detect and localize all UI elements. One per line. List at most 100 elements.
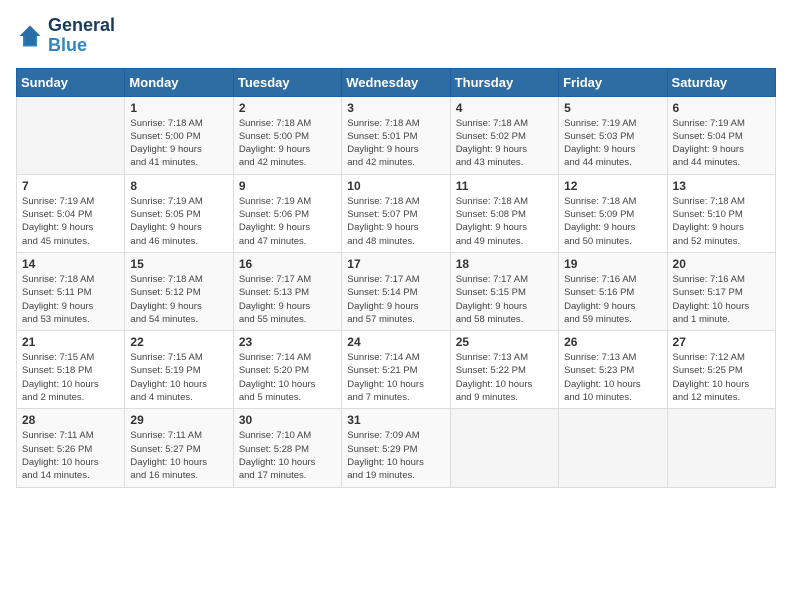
calendar-cell: 12 Sunrise: 7:18 AM Sunset: 5:09 PM Dayli…	[559, 174, 667, 252]
day-number: 7	[22, 179, 119, 193]
logo: General Blue	[16, 16, 115, 56]
calendar-cell	[17, 96, 125, 174]
calendar-cell: 8Sunrise: 7:19 AM Sunset: 5:05 PM Daylig…	[125, 174, 233, 252]
calendar-cell: 19 Sunrise: 7:16 AM Sunset: 5:16 PM Dayli…	[559, 252, 667, 330]
calendar-cell: 27 Sunrise: 7:12 AM Sunset: 5:25 PM Dayli…	[667, 331, 775, 409]
calendar-cell	[450, 409, 558, 487]
day-info: Sunrise: 7:19 AM Sunset: 5:04 PM Dayligh…	[673, 117, 770, 170]
day-info: Sunrise: 7:18 AM Sunset: 5:01 PM Dayligh…	[347, 117, 444, 170]
day-number: 22	[130, 335, 227, 349]
day-number: 14	[22, 257, 119, 271]
calendar-cell: 6 Sunrise: 7:19 AM Sunset: 5:04 PM Daylig…	[667, 96, 775, 174]
column-header-wednesday: Wednesday	[342, 68, 450, 96]
page-header: General Blue	[16, 16, 776, 56]
day-number: 5	[564, 101, 661, 115]
calendar-cell: 14Sunrise: 7:18 AM Sunset: 5:11 PM Dayli…	[17, 252, 125, 330]
day-info: Sunrise: 7:18 AM Sunset: 5:02 PM Dayligh…	[456, 117, 553, 170]
day-number: 24	[347, 335, 444, 349]
day-info: Sunrise: 7:11 AM Sunset: 5:26 PM Dayligh…	[22, 429, 119, 482]
day-number: 1	[130, 101, 227, 115]
calendar-cell: 9 Sunrise: 7:19 AM Sunset: 5:06 PM Daylig…	[233, 174, 341, 252]
day-info: Sunrise: 7:18 AM Sunset: 5:07 PM Dayligh…	[347, 195, 444, 248]
day-info: Sunrise: 7:13 AM Sunset: 5:23 PM Dayligh…	[564, 351, 661, 404]
calendar-cell: 25 Sunrise: 7:13 AM Sunset: 5:22 PM Dayli…	[450, 331, 558, 409]
day-number: 20	[673, 257, 770, 271]
day-number: 12	[564, 179, 661, 193]
day-info: Sunrise: 7:18 AM Sunset: 5:00 PM Dayligh…	[239, 117, 336, 170]
calendar-cell: 20 Sunrise: 7:16 AM Sunset: 5:17 PM Dayli…	[667, 252, 775, 330]
day-info: Sunrise: 7:16 AM Sunset: 5:16 PM Dayligh…	[564, 273, 661, 326]
logo-text-general: General	[48, 16, 115, 36]
calendar-week-2: 7 Sunrise: 7:19 AM Sunset: 5:04 PM Daylig…	[17, 174, 776, 252]
calendar-cell: 24Sunrise: 7:14 AM Sunset: 5:21 PM Dayli…	[342, 331, 450, 409]
day-number: 15	[130, 257, 227, 271]
logo-text-blue: Blue	[48, 36, 115, 56]
day-info: Sunrise: 7:17 AM Sunset: 5:14 PM Dayligh…	[347, 273, 444, 326]
calendar-cell: 3 Sunrise: 7:18 AM Sunset: 5:01 PM Daylig…	[342, 96, 450, 174]
calendar-cell: 18 Sunrise: 7:17 AM Sunset: 5:15 PM Dayli…	[450, 252, 558, 330]
calendar-week-1: 1 Sunrise: 7:18 AM Sunset: 5:00 PM Daylig…	[17, 96, 776, 174]
day-info: Sunrise: 7:18 AM Sunset: 5:10 PM Dayligh…	[673, 195, 770, 248]
day-number: 19	[564, 257, 661, 271]
calendar-cell: 28 Sunrise: 7:11 AM Sunset: 5:26 PM Dayli…	[17, 409, 125, 487]
calendar-cell: 5 Sunrise: 7:19 AM Sunset: 5:03 PM Daylig…	[559, 96, 667, 174]
day-info: Sunrise: 7:15 AM Sunset: 5:19 PM Dayligh…	[130, 351, 227, 404]
calendar-table: SundayMondayTuesdayWednesdayThursdayFrid…	[16, 68, 776, 488]
calendar-cell	[559, 409, 667, 487]
calendar-cell: 26Sunrise: 7:13 AM Sunset: 5:23 PM Dayli…	[559, 331, 667, 409]
day-number: 11	[456, 179, 553, 193]
day-number: 21	[22, 335, 119, 349]
column-header-sunday: Sunday	[17, 68, 125, 96]
day-info: Sunrise: 7:17 AM Sunset: 5:15 PM Dayligh…	[456, 273, 553, 326]
day-info: Sunrise: 7:18 AM Sunset: 5:09 PM Dayligh…	[564, 195, 661, 248]
day-number: 3	[347, 101, 444, 115]
day-info: Sunrise: 7:19 AM Sunset: 5:04 PM Dayligh…	[22, 195, 119, 248]
calendar-cell: 10 Sunrise: 7:18 AM Sunset: 5:07 PM Dayli…	[342, 174, 450, 252]
calendar-week-5: 28 Sunrise: 7:11 AM Sunset: 5:26 PM Dayli…	[17, 409, 776, 487]
calendar-cell: 15Sunrise: 7:18 AM Sunset: 5:12 PM Dayli…	[125, 252, 233, 330]
day-number: 25	[456, 335, 553, 349]
day-info: Sunrise: 7:11 AM Sunset: 5:27 PM Dayligh…	[130, 429, 227, 482]
calendar-cell: 11 Sunrise: 7:18 AM Sunset: 5:08 PM Dayli…	[450, 174, 558, 252]
calendar-cell: 17 Sunrise: 7:17 AM Sunset: 5:14 PM Dayli…	[342, 252, 450, 330]
day-info: Sunrise: 7:19 AM Sunset: 5:06 PM Dayligh…	[239, 195, 336, 248]
calendar-cell	[667, 409, 775, 487]
day-info: Sunrise: 7:19 AM Sunset: 5:03 PM Dayligh…	[564, 117, 661, 170]
day-info: Sunrise: 7:13 AM Sunset: 5:22 PM Dayligh…	[456, 351, 553, 404]
day-info: Sunrise: 7:10 AM Sunset: 5:28 PM Dayligh…	[239, 429, 336, 482]
day-number: 4	[456, 101, 553, 115]
day-number: 17	[347, 257, 444, 271]
day-number: 29	[130, 413, 227, 427]
calendar-cell: 1Sunrise: 7:18 AM Sunset: 5:00 PM Daylig…	[125, 96, 233, 174]
day-number: 23	[239, 335, 336, 349]
day-number: 31	[347, 413, 444, 427]
calendar-cell: 7 Sunrise: 7:19 AM Sunset: 5:04 PM Daylig…	[17, 174, 125, 252]
day-info: Sunrise: 7:18 AM Sunset: 5:08 PM Dayligh…	[456, 195, 553, 248]
day-info: Sunrise: 7:14 AM Sunset: 5:20 PM Dayligh…	[239, 351, 336, 404]
day-info: Sunrise: 7:16 AM Sunset: 5:17 PM Dayligh…	[673, 273, 770, 326]
day-info: Sunrise: 7:12 AM Sunset: 5:25 PM Dayligh…	[673, 351, 770, 404]
day-number: 10	[347, 179, 444, 193]
column-header-friday: Friday	[559, 68, 667, 96]
day-number: 16	[239, 257, 336, 271]
column-header-monday: Monday	[125, 68, 233, 96]
calendar-week-4: 21 Sunrise: 7:15 AM Sunset: 5:18 PM Dayli…	[17, 331, 776, 409]
calendar-cell: 22 Sunrise: 7:15 AM Sunset: 5:19 PM Dayli…	[125, 331, 233, 409]
day-number: 6	[673, 101, 770, 115]
day-number: 9	[239, 179, 336, 193]
column-header-thursday: Thursday	[450, 68, 558, 96]
day-info: Sunrise: 7:17 AM Sunset: 5:13 PM Dayligh…	[239, 273, 336, 326]
day-number: 18	[456, 257, 553, 271]
day-info: Sunrise: 7:19 AM Sunset: 5:05 PM Dayligh…	[130, 195, 227, 248]
day-info: Sunrise: 7:15 AM Sunset: 5:18 PM Dayligh…	[22, 351, 119, 404]
calendar-cell: 29 Sunrise: 7:11 AM Sunset: 5:27 PM Dayli…	[125, 409, 233, 487]
day-number: 27	[673, 335, 770, 349]
calendar-cell: 2 Sunrise: 7:18 AM Sunset: 5:00 PM Daylig…	[233, 96, 341, 174]
calendar-cell: 13 Sunrise: 7:18 AM Sunset: 5:10 PM Dayli…	[667, 174, 775, 252]
column-header-saturday: Saturday	[667, 68, 775, 96]
day-number: 13	[673, 179, 770, 193]
calendar-cell: 23 Sunrise: 7:14 AM Sunset: 5:20 PM Dayli…	[233, 331, 341, 409]
calendar-cell: 30Sunrise: 7:10 AM Sunset: 5:28 PM Dayli…	[233, 409, 341, 487]
day-number: 2	[239, 101, 336, 115]
day-number: 28	[22, 413, 119, 427]
